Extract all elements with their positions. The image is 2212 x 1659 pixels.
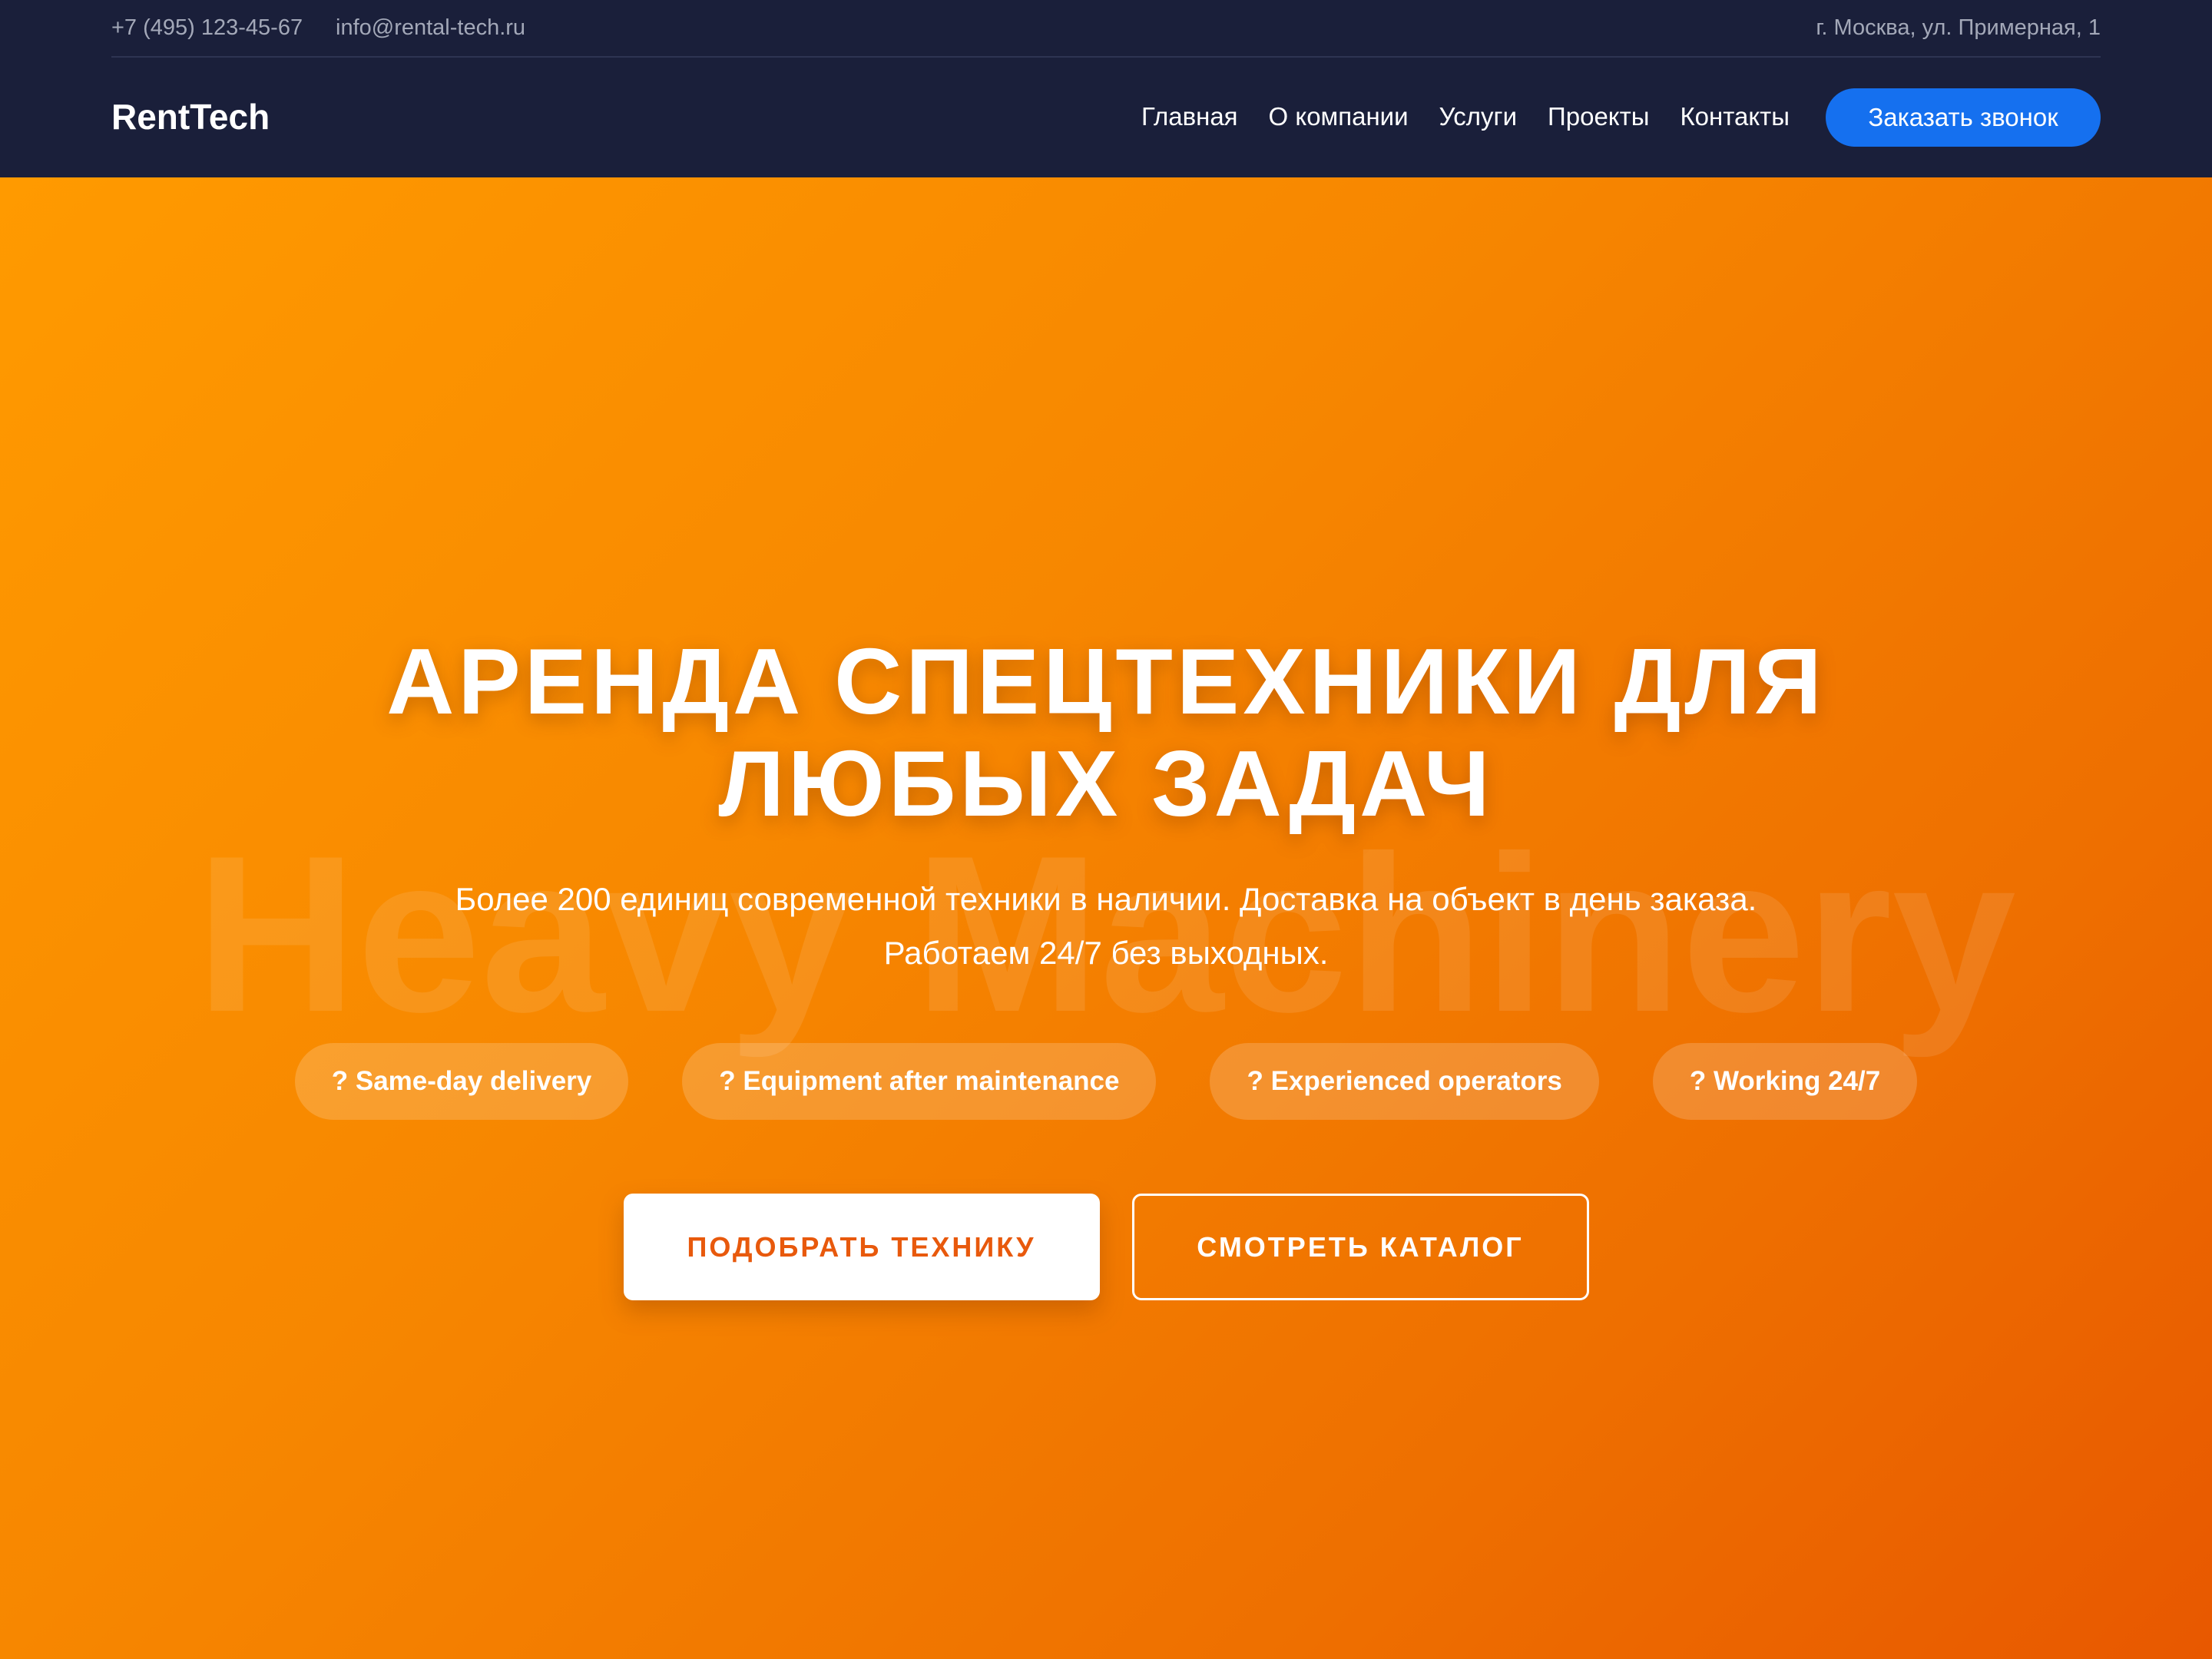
feature-badge-operators: ? Experienced operators	[1210, 1043, 1599, 1120]
feature-badges: ? Same-day delivery ? Equipment after ma…	[0, 1043, 2212, 1120]
nav-link-contacts[interactable]: Контакты	[1680, 102, 1790, 131]
feature-badge-delivery: ? Same-day delivery	[294, 1043, 629, 1120]
hero-title: АРЕНДА СПЕЦТЕХНИКИ ДЛЯ ЛЮБЫХ ЗАДАЧ	[261, 631, 1951, 835]
top-contact-bar: +7 (495) 123-45-67 info@rental-tech.ru г…	[111, 0, 2101, 58]
select-equipment-button[interactable]: ПОДОБРАТЬ ТЕХНИКУ	[623, 1194, 1100, 1300]
nav-link-projects[interactable]: Проекты	[1548, 102, 1649, 131]
feature-badge-maintenance: ? Equipment after maintenance	[682, 1043, 1157, 1120]
cta-group: ПОДОБРАТЬ ТЕХНИКУ СМОТРЕТЬ КАТАЛОГ	[0, 1194, 2212, 1300]
phone-link[interactable]: +7 (495) 123-45-67	[111, 15, 303, 41]
nav-link-home[interactable]: Главная	[1141, 102, 1238, 131]
email-link[interactable]: info@rental-tech.ru	[336, 15, 525, 41]
nav-links: Главная О компании Услуги Проекты Контак…	[1141, 102, 1790, 131]
hero-title-line1: АРЕНДА СПЕЦТЕХНИКИ ДЛЯ	[386, 629, 1826, 733]
site-header: +7 (495) 123-45-67 info@rental-tech.ru г…	[0, 0, 2212, 177]
callback-button[interactable]: Заказать звонок	[1826, 88, 2101, 147]
feature-badge-24-7: ? Working 24/7	[1652, 1043, 1918, 1120]
nav-link-about[interactable]: О компании	[1269, 102, 1409, 131]
hero-subtitle: Более 200 единиц современной техники в н…	[455, 881, 1757, 971]
address-text: г. Москва, ул. Примерная, 1	[1816, 15, 2101, 40]
main-nav: RentTech Главная О компании Услуги Проек…	[111, 59, 2101, 177]
logo[interactable]: RentTech	[111, 96, 270, 137]
nav-link-services[interactable]: Услуги	[1439, 102, 1517, 131]
hero-title-line2: ЛЮБЫХ ЗАДАЧ	[718, 731, 1494, 836]
hero-section: Heavy Machinery АРЕНДА СПЕЦТЕХНИКИ ДЛЯ Л…	[0, 177, 2212, 1659]
view-catalog-button[interactable]: СМОТРЕТЬ КАТАЛОГ	[1131, 1194, 1589, 1300]
